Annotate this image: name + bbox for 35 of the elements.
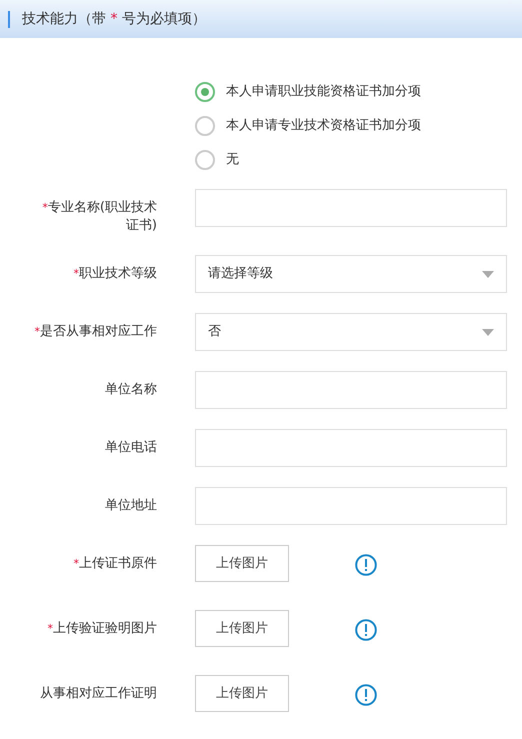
upload-button[interactable]: 上传图片 bbox=[195, 610, 289, 647]
radio-option[interactable]: 本人申请专业技术资格证书加分项 bbox=[195, 109, 421, 143]
input-field[interactable] bbox=[195, 189, 507, 227]
required-asterisk: * bbox=[42, 201, 48, 214]
dropdown-arrow-icon bbox=[482, 328, 494, 336]
field-label: 专业名称(职业技术证书) bbox=[48, 200, 157, 233]
field-label: 是否从事相对应工作 bbox=[40, 324, 157, 339]
input-field[interactable] bbox=[195, 487, 507, 525]
input-field[interactable] bbox=[195, 371, 507, 409]
field-label: 从事相对应工作证明 bbox=[40, 686, 157, 701]
select-field[interactable]: 否 bbox=[195, 313, 507, 351]
field-label: 上传证书原件 bbox=[79, 556, 157, 571]
info-icon[interactable] bbox=[355, 554, 377, 576]
field-label: 上传验证验明图片 bbox=[53, 621, 157, 636]
info-icon[interactable] bbox=[355, 619, 377, 641]
dropdown-arrow-icon bbox=[482, 270, 494, 278]
info-icon[interactable] bbox=[355, 684, 377, 706]
field-label: 单位电话 bbox=[105, 440, 157, 455]
upload-button[interactable]: 上传图片 bbox=[195, 675, 289, 712]
radio-button[interactable] bbox=[195, 116, 215, 136]
required-asterisk: * bbox=[74, 267, 79, 280]
required-asterisk: * bbox=[74, 557, 79, 570]
radio-option[interactable]: 本人申请职业技能资格证书加分项 bbox=[195, 75, 421, 109]
section-title: 技术能力（带 * 号为必填项） bbox=[22, 10, 206, 28]
input-field[interactable] bbox=[195, 429, 507, 467]
select-field[interactable]: 请选择等级 bbox=[195, 255, 507, 293]
field-label: 单位地址 bbox=[105, 498, 157, 513]
required-asterisk: * bbox=[34, 325, 40, 338]
radio-option[interactable]: 无 bbox=[195, 143, 239, 177]
field-label: 单位名称 bbox=[105, 382, 157, 397]
field-label: 职业技术等级 bbox=[79, 266, 157, 281]
radio-button[interactable] bbox=[195, 150, 215, 170]
required-asterisk: * bbox=[48, 622, 53, 635]
radio-button[interactable] bbox=[195, 82, 215, 102]
upload-button[interactable]: 上传图片 bbox=[195, 545, 289, 582]
